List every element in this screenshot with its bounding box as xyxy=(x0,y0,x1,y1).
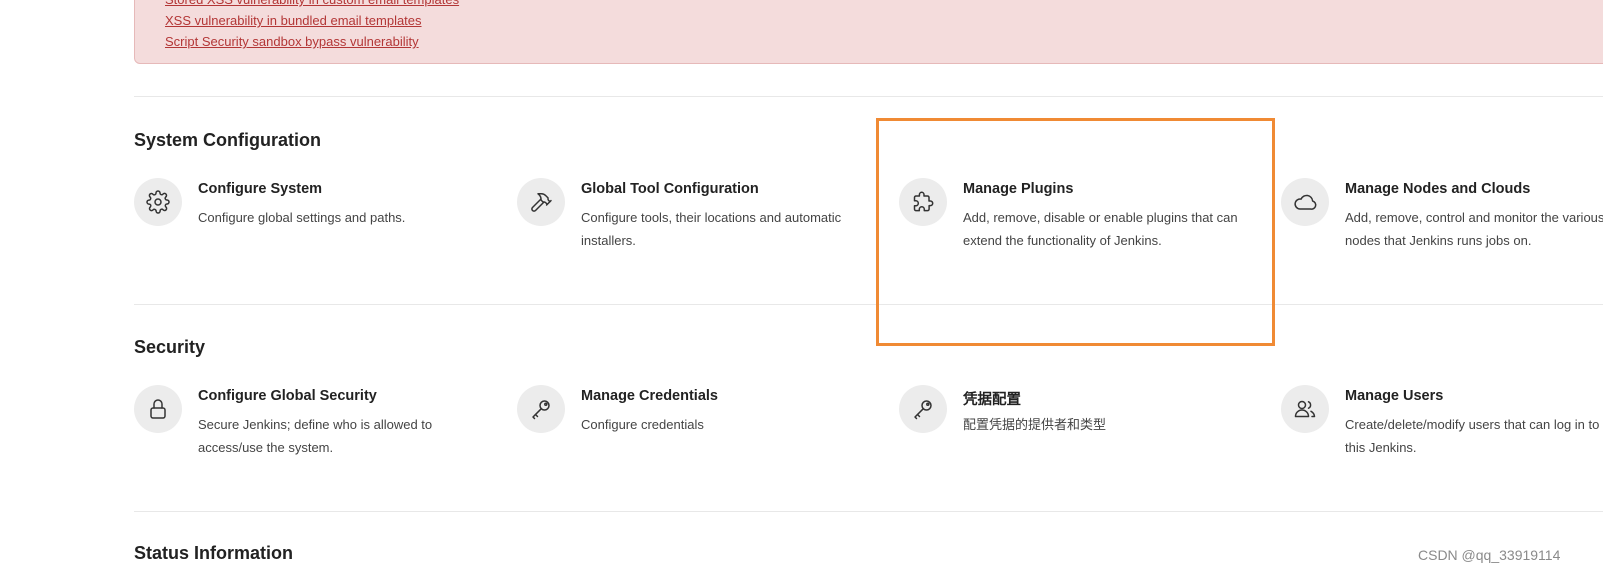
section-title-system-configuration: System Configuration xyxy=(134,130,322,150)
cloud-icon xyxy=(1281,178,1329,226)
alert-link-sandbox-bypass[interactable]: Script Security sandbox bypass vulnerabi… xyxy=(165,34,419,50)
manage-item-manage-users[interactable]: Manage Users Create/delete/modify users … xyxy=(1281,385,1603,465)
users-icon xyxy=(1281,385,1329,433)
watermark: CSDN @qq_33919114 xyxy=(1418,547,1561,563)
section-divider xyxy=(134,511,1603,512)
section-title-status-information: Status Information xyxy=(134,543,294,563)
item-title: 凭据配置 xyxy=(963,392,1021,408)
security-warning-alert: Stored XSS vulnerability in custom email… xyxy=(134,0,1603,64)
item-description: Secure Jenkins; define who is allowed to… xyxy=(198,417,433,455)
item-description: Add, remove, control and monitor the var… xyxy=(1345,210,1603,248)
alert-link-stored-xss[interactable]: Stored XSS vulnerability in custom email… xyxy=(165,0,459,8)
alert-link-email-xss[interactable]: XSS vulnerability in bundled email templ… xyxy=(165,13,422,29)
item-description: Configure tools, their locations and aut… xyxy=(581,210,842,248)
item-title: Manage Credentials xyxy=(581,388,718,404)
manage-item-configure-global-security[interactable]: Configure Global Security Secure Jenkins… xyxy=(134,385,484,465)
section-divider xyxy=(134,96,1603,97)
item-description: Configure global settings and paths. xyxy=(198,210,406,225)
manage-item-global-tool-configuration[interactable]: Global Tool Configuration Configure tool… xyxy=(517,178,867,258)
manage-item-manage-credentials[interactable]: Manage Credentials Configure credentials xyxy=(517,385,867,465)
section-divider xyxy=(134,304,1603,305)
manage-item-configure-system[interactable]: Configure System Configure global settin… xyxy=(134,178,484,258)
item-title: Manage Users xyxy=(1345,388,1444,404)
lock-icon xyxy=(134,385,182,433)
manage-item-credentials-configuration[interactable]: 凭据配置 配置凭据的提供者和类型 xyxy=(899,385,1249,465)
key-icon xyxy=(899,385,947,433)
highlight-box xyxy=(876,118,1275,346)
item-description: Create/delete/modify users that can log … xyxy=(1345,417,1600,455)
item-title: Manage Nodes and Clouds xyxy=(1345,181,1531,197)
item-title: Global Tool Configuration xyxy=(581,181,759,197)
gear-icon xyxy=(134,178,182,226)
hammer-icon xyxy=(517,178,565,226)
item-description: Configure credentials xyxy=(581,417,704,432)
item-title: Configure System xyxy=(198,181,323,197)
item-description: 配置凭据的提供者和类型 xyxy=(963,417,1107,432)
item-title: Configure Global Security xyxy=(198,388,377,404)
manage-item-manage-nodes-and-clouds[interactable]: Manage Nodes and Clouds Add, remove, con… xyxy=(1281,178,1603,258)
key-icon xyxy=(517,385,565,433)
section-title-security: Security xyxy=(134,337,206,357)
